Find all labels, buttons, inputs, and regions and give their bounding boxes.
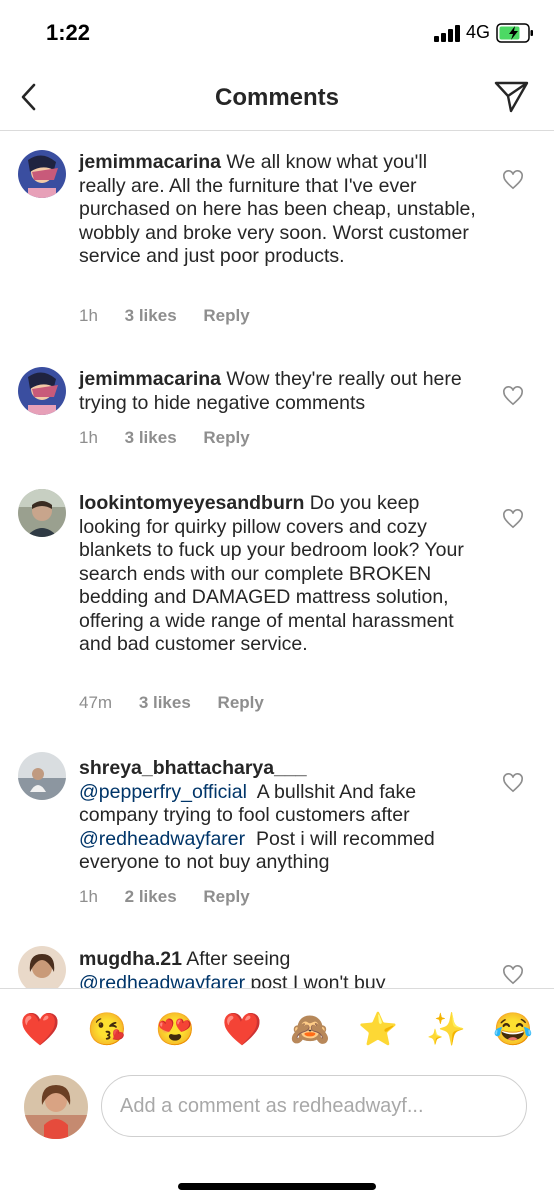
- comment-meta: 47m 3 likes Reply: [79, 693, 286, 713]
- comment-composer-bar: ❤️ 😘 😍 ❤️ 🙈 ⭐ ✨ 😂: [0, 988, 554, 1201]
- status-bar: 1:22 4G: [0, 0, 554, 66]
- comment-text: jemimmacarina We all know what you'll re…: [79, 151, 479, 269]
- emoji-see-no-evil-monkey[interactable]: 🙈: [288, 1007, 332, 1051]
- comment-time: 1h: [79, 428, 98, 447]
- like-heart-icon[interactable]: [502, 773, 524, 793]
- emoji-red-heart[interactable]: ❤️: [18, 1007, 62, 1051]
- comment-input[interactable]: [101, 1075, 527, 1137]
- comment-username[interactable]: jemimmacarina: [79, 368, 221, 390]
- nav-bar: Comments: [0, 66, 554, 131]
- comment-username[interactable]: lookintomyeyesandburn: [79, 492, 304, 514]
- emoji-star[interactable]: ⭐: [356, 1007, 400, 1051]
- emoji-tears-of-joy[interactable]: 😂: [491, 1007, 535, 1051]
- page-title: Comments: [214, 84, 340, 111]
- comment-text: jemimmacarina Wow they're really out her…: [79, 368, 479, 415]
- avatar[interactable]: [18, 367, 66, 415]
- home-indicator: [178, 1183, 376, 1190]
- like-heart-icon[interactable]: [502, 509, 524, 529]
- comment-likes[interactable]: 2 likes: [125, 887, 177, 907]
- battery-charging-icon: [496, 23, 533, 43]
- comment-username[interactable]: shreya_bhattacharya___: [79, 757, 307, 779]
- like-heart-icon[interactable]: [502, 965, 524, 985]
- avatar[interactable]: [18, 150, 66, 198]
- comment-text: lookintomyeyesandburn Do you keep lookin…: [79, 492, 479, 657]
- comment-meta: 1h 3 likes Reply: [79, 428, 272, 448]
- comment-username[interactable]: jemimmacarina: [79, 151, 221, 173]
- comment-likes[interactable]: 3 likes: [125, 306, 177, 326]
- comment-content: Do you keep looking for quirky pillow co…: [79, 492, 464, 655]
- emoji-sparkles[interactable]: ✨: [424, 1007, 468, 1051]
- comment-text: shreya_bhattacharya___ @pepperfry_offici…: [79, 757, 479, 875]
- status-time: 1:22: [46, 20, 91, 45]
- avatar[interactable]: [18, 752, 66, 800]
- emoji-kissing-face[interactable]: 😘: [85, 1007, 129, 1051]
- comment-mention[interactable]: @redheadwayfarer: [79, 972, 245, 989]
- comment-mention[interactable]: @redheadwayfarer: [79, 828, 245, 850]
- comment-likes[interactable]: 3 likes: [125, 428, 177, 448]
- comment-text: mugdha.21 After seeing @redheadwayfarer …: [79, 948, 479, 988]
- direct-message-icon[interactable]: [494, 80, 530, 114]
- network-type: 4G: [466, 22, 491, 42]
- comment-time: 47m: [79, 693, 113, 712]
- emoji-red-heart[interactable]: ❤️: [220, 1007, 264, 1051]
- avatar[interactable]: [18, 489, 66, 537]
- reply-button[interactable]: Reply: [203, 887, 249, 907]
- current-user-avatar: [24, 1075, 88, 1139]
- reply-button[interactable]: Reply: [203, 428, 249, 448]
- comment-time: 1h: [79, 887, 98, 906]
- signal-icon: [434, 25, 460, 42]
- comment-likes[interactable]: 3 likes: [139, 693, 191, 713]
- comment-mention[interactable]: @pepperfry_official: [79, 781, 247, 803]
- comment-username[interactable]: mugdha.21: [79, 948, 182, 970]
- reply-button[interactable]: Reply: [218, 693, 264, 713]
- comment-content: After seeing: [186, 948, 296, 970]
- like-heart-icon[interactable]: [502, 386, 524, 406]
- comment-meta: 1h 3 likes Reply: [79, 306, 272, 326]
- reply-button[interactable]: Reply: [203, 306, 249, 326]
- comment-meta: 1h 2 likes Reply: [79, 887, 272, 907]
- comment-time: 1h: [79, 306, 98, 325]
- comments-list[interactable]: jemimmacarina We all know what you'll re…: [0, 131, 554, 988]
- comment-content: post I won't buy: [245, 971, 386, 989]
- avatar[interactable]: [18, 946, 66, 988]
- like-heart-icon[interactable]: [502, 170, 524, 190]
- emoji-heart-eyes[interactable]: 😍: [153, 1007, 197, 1051]
- quick-emoji-row: ❤️ 😘 😍 ❤️ 🙈 ⭐ ✨ 😂: [0, 1007, 554, 1051]
